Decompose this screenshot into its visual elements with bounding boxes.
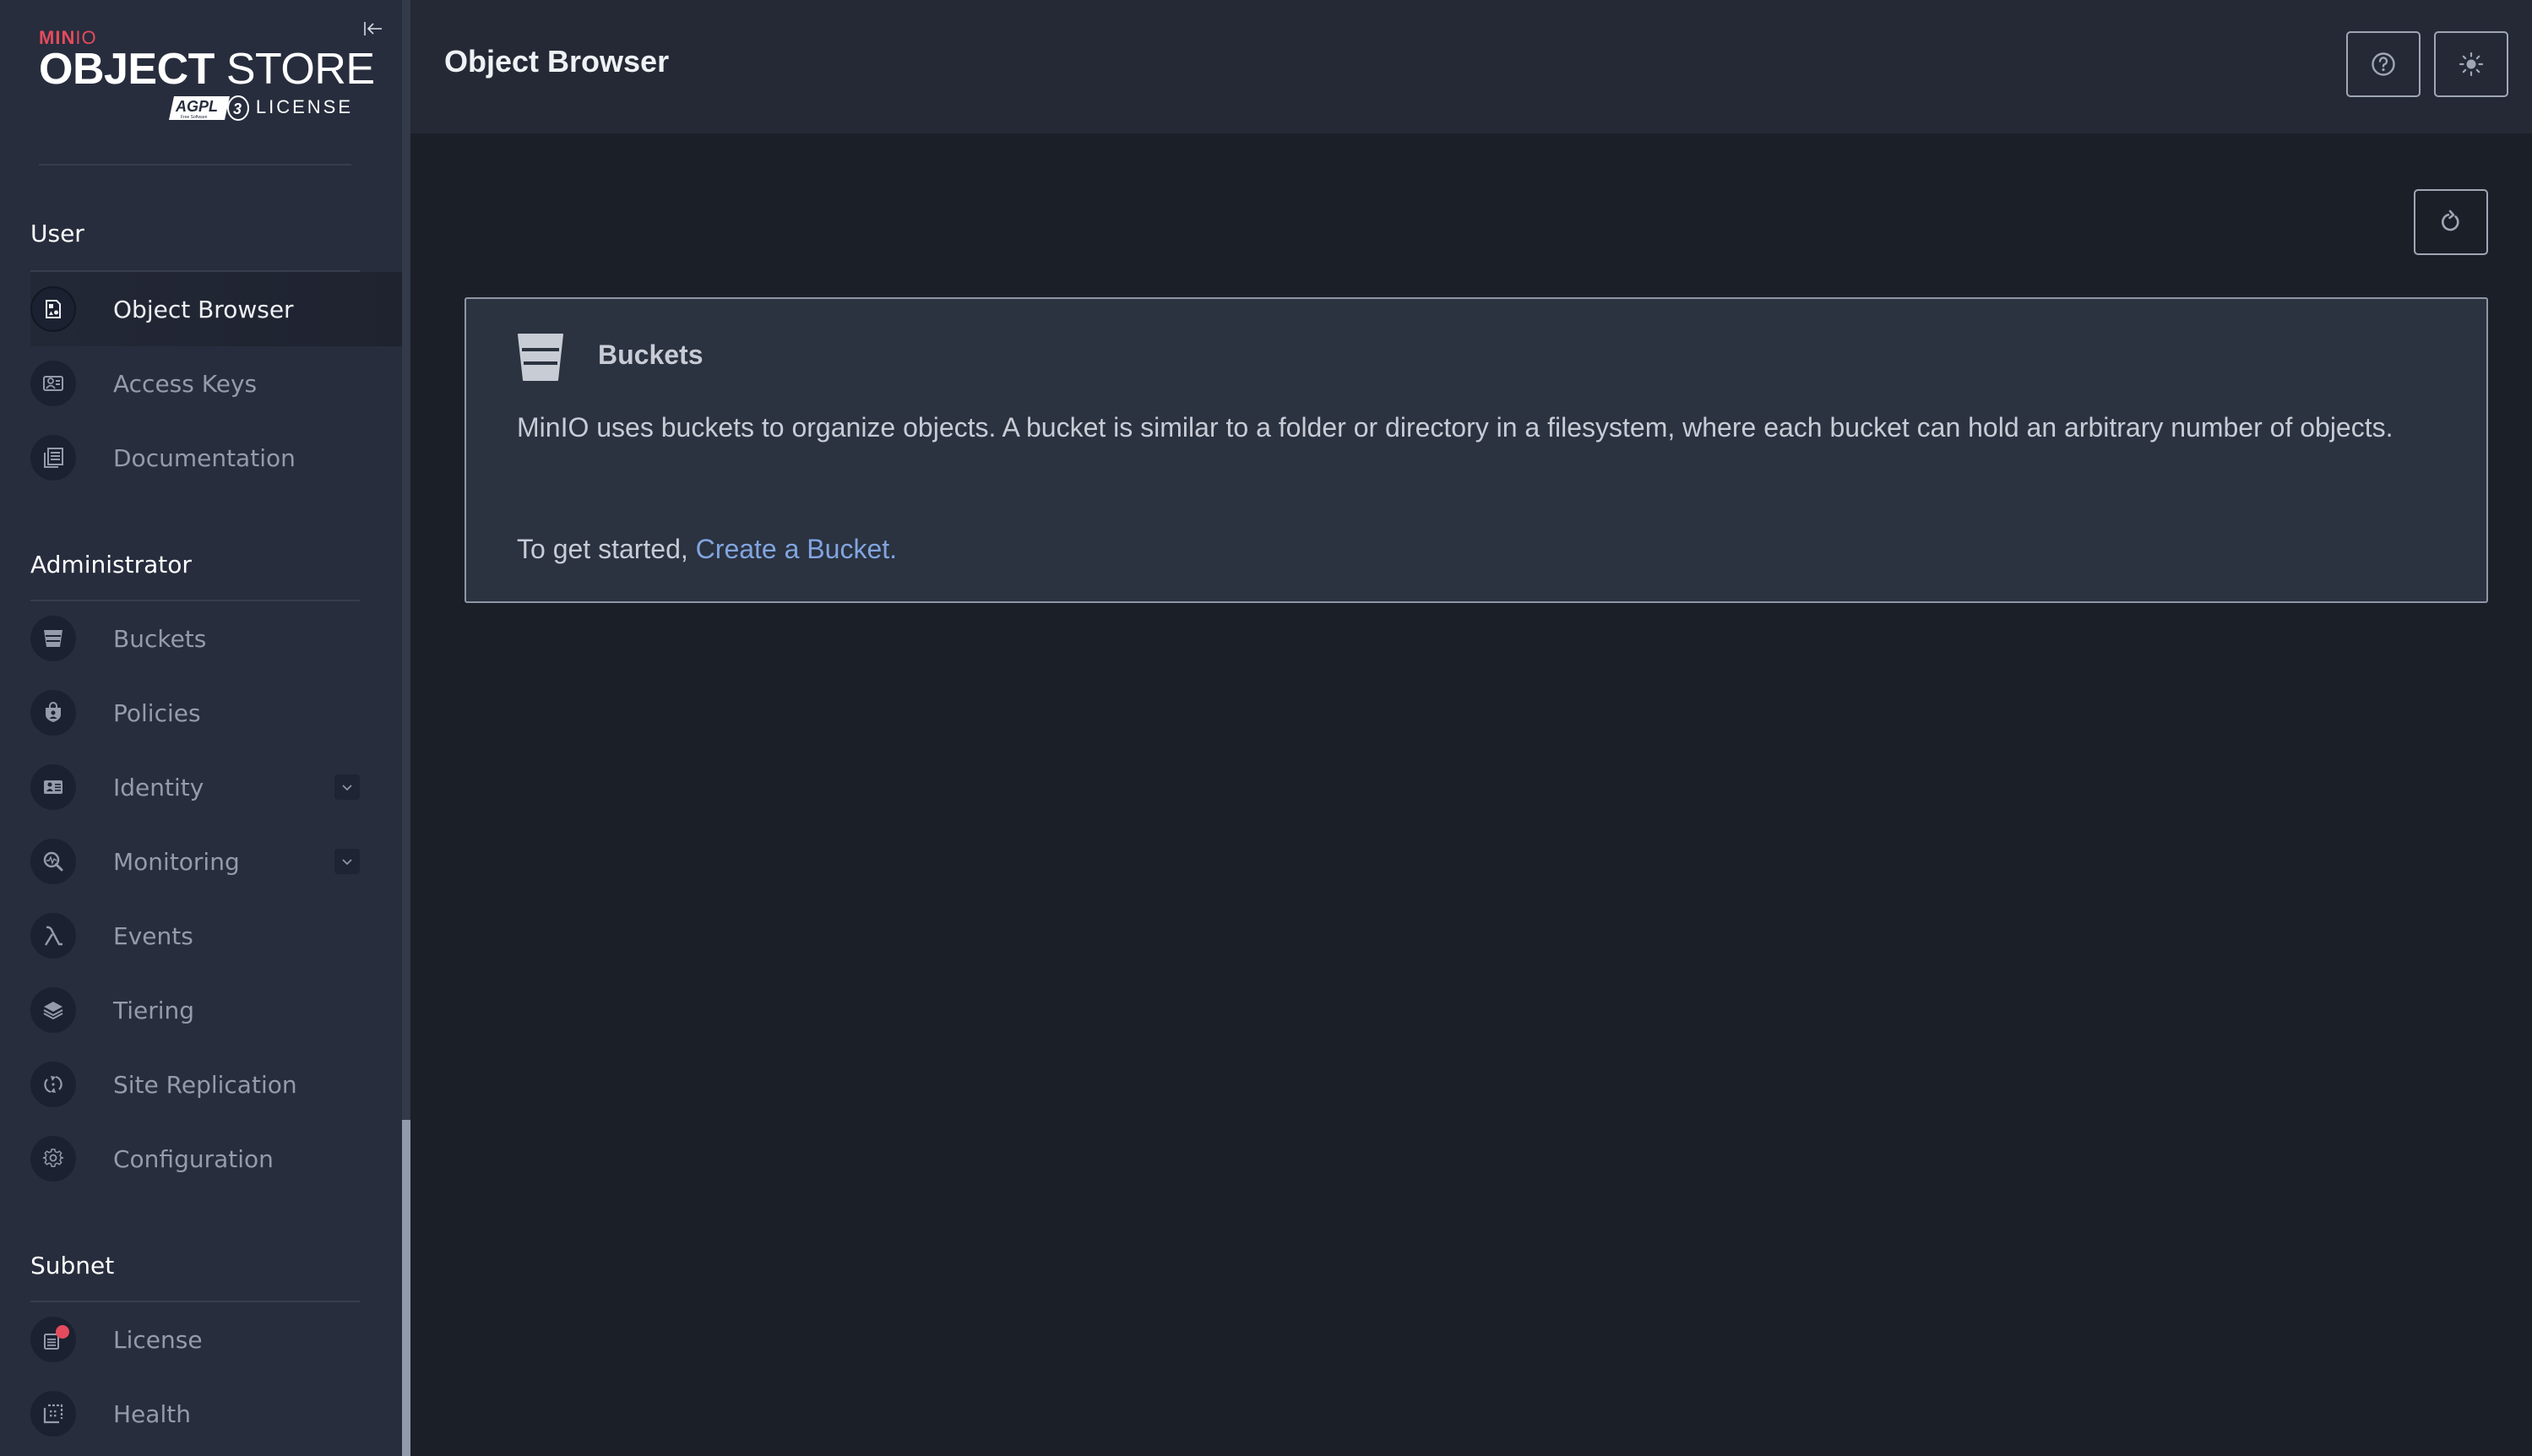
object-word: OBJECT <box>39 45 215 94</box>
section-title-user: User <box>30 220 84 247</box>
nav-icon-circle <box>30 839 76 884</box>
documentation-icon <box>44 448 63 468</box>
card-title: Buckets <box>598 340 704 370</box>
nav-icon-circle <box>30 616 76 661</box>
page-title: Object Browser <box>444 44 670 79</box>
nav-label: Policies <box>113 698 201 727</box>
page-header: Object Browser <box>410 0 2532 133</box>
nav-icon-circle <box>30 1391 76 1437</box>
nav-icon-circle <box>30 913 76 959</box>
nav-icon-circle <box>30 1062 76 1107</box>
nav-icon-circle <box>30 987 76 1033</box>
nav-icon-circle <box>30 435 76 481</box>
refresh-icon <box>2442 209 2459 231</box>
nav-label: Site Replication <box>113 1070 297 1099</box>
card-call-to-action: To get started, Create a Bucket. <box>517 529 897 569</box>
sidebar-scrollbar-thumb[interactable] <box>402 1120 410 1456</box>
sidebar-item-object-browser[interactable]: Object Browser <box>30 272 402 346</box>
sidebar-item-buckets[interactable]: Buckets <box>30 601 402 676</box>
sidebar-item-health[interactable]: Health <box>30 1377 402 1451</box>
sidebar-item-identity[interactable]: Identity <box>30 750 402 824</box>
help-icon <box>2372 52 2395 76</box>
nav-label: Access Keys <box>113 369 258 398</box>
nav-label: Events <box>113 921 193 950</box>
section-title-administrator: Administrator <box>30 551 192 579</box>
nav-icon-circle <box>30 1317 76 1362</box>
sidebar-item-access-keys[interactable]: Access Keys <box>30 346 402 421</box>
nav-icon-circle <box>30 361 76 406</box>
nav-icon-circle <box>30 690 76 736</box>
bucket-icon <box>44 630 62 647</box>
card-description: MinIO uses buckets to organize objects. … <box>517 412 2393 443</box>
agpl-sub-text: Free Software <box>181 115 208 120</box>
sidebar-item-documentation[interactable]: Documentation <box>30 421 402 495</box>
app-root: MINIO OBJECT STORE AGPL Free Software 3 … <box>0 0 2532 1456</box>
nav-label: License <box>113 1325 203 1354</box>
agpl-version-text: 3 <box>233 101 242 117</box>
bucket-icon <box>518 334 563 381</box>
minio-logo[interactable]: MINIO OBJECT STORE AGPL Free Software 3 … <box>39 24 375 125</box>
help-button[interactable] <box>2346 31 2421 97</box>
section-title-subnet: Subnet <box>30 1252 115 1279</box>
sidebar-item-configuration[interactable]: Configuration <box>30 1122 402 1196</box>
tiering-icon <box>43 1002 63 1020</box>
monitoring-icon <box>43 851 63 872</box>
sidebar-item-site-replication[interactable]: Site Replication <box>30 1047 402 1122</box>
agpl-license-icon: AGPL Free Software 3 <box>169 95 249 121</box>
license-label: LICENSE <box>255 96 353 117</box>
create-bucket-link[interactable]: Create a Bucket. <box>696 534 897 564</box>
nav-label: Configuration <box>113 1144 274 1173</box>
logo-divider <box>39 164 351 166</box>
agpl-text: AGPL <box>175 98 218 115</box>
gear-icon <box>42 1149 64 1167</box>
nav-label: Monitoring <box>113 847 240 876</box>
refresh-button[interactable] <box>2414 189 2488 255</box>
identity-icon <box>44 780 62 794</box>
sidebar-item-license[interactable]: License <box>30 1302 402 1377</box>
nav-label: Documentation <box>113 443 296 472</box>
notification-dot <box>56 1325 69 1339</box>
site-replication-icon <box>44 1075 62 1094</box>
sidebar: MINIO OBJECT STORE AGPL Free Software 3 … <box>0 0 402 1456</box>
nav-icon-circle <box>30 1136 76 1182</box>
chevron-down-icon <box>342 859 352 866</box>
theme-toggle-button[interactable] <box>2434 31 2508 97</box>
nav-label: Buckets <box>113 624 207 653</box>
access-keys-icon <box>43 376 63 391</box>
buckets-info-card: Buckets MinIO uses buckets to organize o… <box>465 297 2488 603</box>
sun-icon <box>2459 52 2484 77</box>
collapse-sidebar-button[interactable] <box>361 17 385 41</box>
store-word: STORE <box>225 45 375 94</box>
expand-identity-button[interactable] <box>334 774 360 800</box>
nav-label: Health <box>113 1399 191 1428</box>
cta-prefix: To get started, <box>517 534 696 564</box>
nav-label: Identity <box>113 773 204 801</box>
expand-monitoring-button[interactable] <box>334 849 360 874</box>
nav-icon-circle <box>30 286 76 332</box>
sidebar-item-tiering[interactable]: Tiering <box>30 973 402 1047</box>
sidebar-item-events[interactable]: Events <box>30 899 402 973</box>
health-icon <box>43 1404 63 1424</box>
chevron-down-icon <box>342 785 352 791</box>
nav-label: Tiering <box>113 996 195 1024</box>
lambda-icon <box>44 926 62 946</box>
object-browser-icon <box>46 300 61 318</box>
sidebar-item-policies[interactable]: Policies <box>30 676 402 750</box>
nav-icon-circle <box>30 764 76 810</box>
sidebar-item-monitoring[interactable]: Monitoring <box>30 824 402 899</box>
collapse-left-icon <box>364 22 382 35</box>
nav-label: Object Browser <box>113 295 294 323</box>
policies-icon <box>46 702 61 722</box>
object-store-title: OBJECT STORE <box>39 44 375 95</box>
